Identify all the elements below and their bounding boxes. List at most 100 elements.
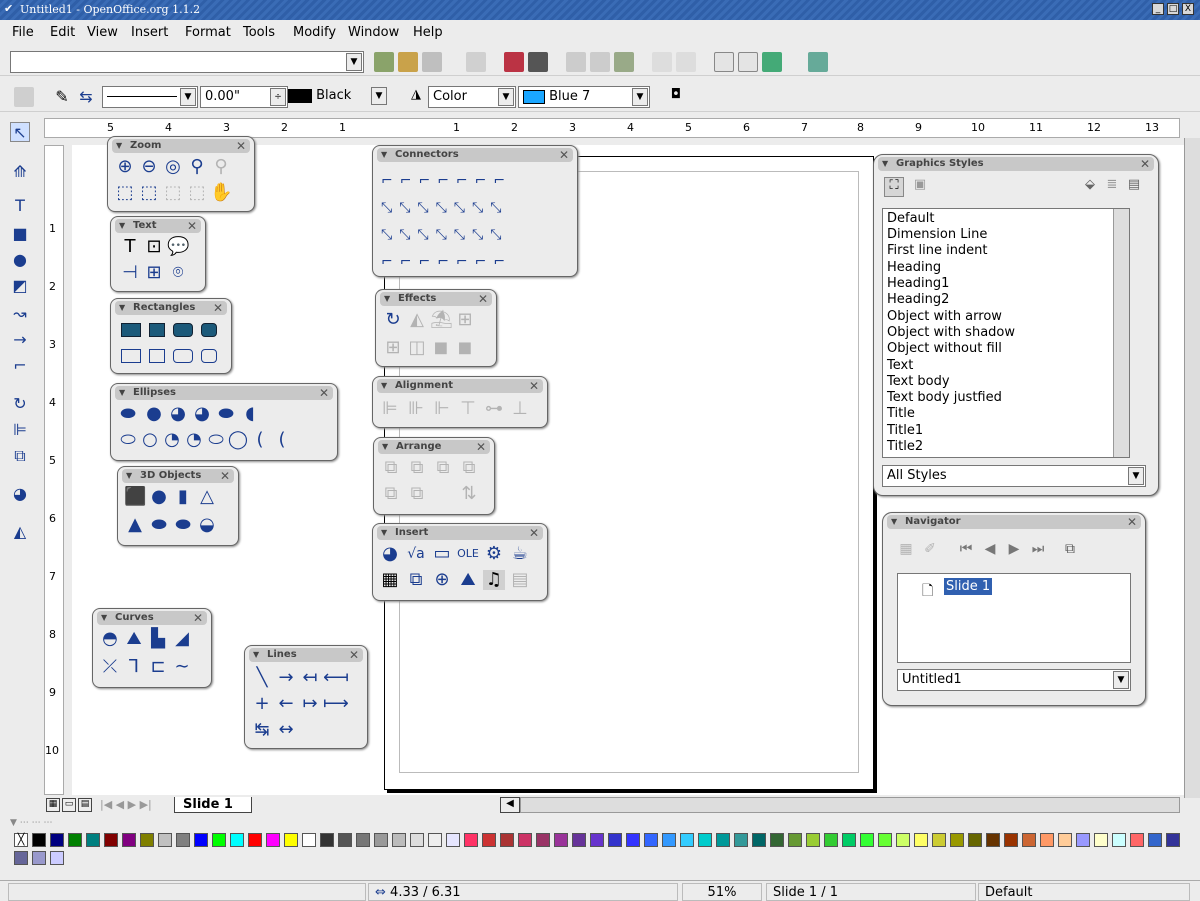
line-starts-arrow-icon[interactable]: ← xyxy=(275,694,297,714)
color-swatch[interactable] xyxy=(248,833,262,847)
color-swatch[interactable] xyxy=(824,833,838,847)
ellipse-pie-filled-icon[interactable]: ◕ xyxy=(167,404,189,424)
half-sphere-icon[interactable]: ◒ xyxy=(196,515,218,535)
close-icon[interactable]: ✕ xyxy=(559,148,569,162)
stylist-icon[interactable] xyxy=(738,52,758,72)
ellipse-filled-icon[interactable]: ⬬ xyxy=(117,404,139,424)
gallery-icon[interactable] xyxy=(762,52,782,72)
close-icon[interactable]: ✕ xyxy=(1127,515,1137,529)
color-swatch[interactable] xyxy=(284,833,298,847)
color-swatch[interactable] xyxy=(644,833,658,847)
data-sources-icon[interactable] xyxy=(808,52,828,72)
insert-formula-icon[interactable]: √a xyxy=(405,544,427,564)
close-icon[interactable]: ✕ xyxy=(349,648,359,662)
list-item[interactable]: Heading1 xyxy=(887,276,949,292)
rectangle-icon[interactable]: ■ xyxy=(10,224,30,244)
palette-title[interactable]: Alignment xyxy=(377,379,543,393)
vertical-text-icon[interactable]: ⊣ xyxy=(119,263,141,283)
ellipse-arc-icon[interactable]: ( xyxy=(249,430,271,450)
circle-line-arrow-icon[interactable]: ↦ xyxy=(299,694,321,714)
zoom-level[interactable]: 51% xyxy=(682,883,762,901)
color-swatch[interactable] xyxy=(86,833,100,847)
close-icon[interactable]: ✕ xyxy=(478,292,488,306)
line-icon[interactable]: ╲ xyxy=(251,668,273,688)
chevron-down-icon[interactable]: ▼ xyxy=(180,88,196,106)
3d-effects-icon[interactable]: ◭ xyxy=(10,522,30,542)
color-swatch[interactable] xyxy=(680,833,694,847)
insert-ole-icon[interactable]: OLE xyxy=(457,544,479,564)
color-swatch[interactable] xyxy=(50,851,64,865)
rounded-square-filled-icon[interactable] xyxy=(201,323,217,337)
insert-file-icon[interactable]: ⊕ xyxy=(431,570,453,590)
torus-icon[interactable]: ⬬ xyxy=(148,515,170,535)
close-icon[interactable]: ✕ xyxy=(236,139,246,153)
polygon-45-filled-icon[interactable]: ▙ xyxy=(147,629,169,649)
style-filter-select[interactable]: All Styles ▼ xyxy=(882,465,1146,487)
line-45-icon[interactable]: + xyxy=(251,694,273,714)
color-swatch[interactable] xyxy=(932,833,946,847)
zoom-icon[interactable]: ⟰ xyxy=(10,162,30,182)
circle-segment-filled-icon[interactable]: ◖ xyxy=(239,404,261,424)
circle-arc-icon[interactable]: ( xyxy=(271,430,293,450)
color-swatch[interactable] xyxy=(1004,833,1018,847)
save-icon[interactable] xyxy=(422,52,442,72)
circle-filled-icon[interactable]: ● xyxy=(143,404,165,424)
circle-segment-icon[interactable]: ◯ xyxy=(227,430,249,450)
menu-tools[interactable]: Tools xyxy=(243,25,275,40)
list-item[interactable]: Object without fill xyxy=(887,341,1002,357)
square-icon[interactable] xyxy=(149,349,165,363)
palette-title[interactable]: Effects xyxy=(380,292,492,306)
vertical-fit-text-icon[interactable]: ⊞ xyxy=(143,263,165,283)
color-swatch[interactable] xyxy=(140,833,154,847)
color-swatch[interactable] xyxy=(410,833,424,847)
update-style-icon[interactable]: ▤ xyxy=(1124,177,1144,197)
cone-icon[interactable]: △ xyxy=(196,487,218,507)
cube-icon[interactable]: ⬛ xyxy=(124,487,146,507)
chevron-down-icon[interactable]: ▼ xyxy=(498,88,514,106)
ellipses-palette[interactable]: Ellipses✕ ⬬ ● ◕ ◕ ⬬ ◖ ⬭ ○ ◔ ◔ ⬭ ◯ ( ( xyxy=(110,383,338,461)
vertical-callout-icon[interactable]: ⌾ xyxy=(167,263,189,283)
list-item[interactable]: Title1 xyxy=(887,423,923,439)
url-combobox[interactable]: ▼ xyxy=(10,51,364,73)
navigator-window[interactable]: Navigator✕ ▦ ✐ ⏮ ◀ ▶ ⏭ ⧉ 🗋 Slide 1 Untit… xyxy=(882,512,1146,706)
color-swatch[interactable] xyxy=(788,833,802,847)
arrange-palette[interactable]: Arrange✕ ⧉ ⧉ ⧉ ⧉ ⧉ ⧉ ⇅ xyxy=(373,437,495,515)
color-swatch[interactable] xyxy=(266,833,280,847)
effects-palette[interactable]: Effects✕ ↻ ◭ ⛱ ⊞ ⊞ ◫ ◼ ◼ xyxy=(375,289,497,367)
color-swatch[interactable] xyxy=(626,833,640,847)
area-icon[interactable]: ◮ xyxy=(406,87,426,107)
color-swatch[interactable] xyxy=(374,833,388,847)
copy-icon[interactable] xyxy=(590,52,610,72)
edit-file-icon[interactable] xyxy=(374,52,394,72)
color-swatch[interactable] xyxy=(914,833,928,847)
color-swatch[interactable] xyxy=(518,833,532,847)
style-list-scrollbar[interactable] xyxy=(1113,209,1129,457)
palette-title[interactable]: Rectangles xyxy=(115,301,227,315)
insert-icon[interactable]: ◕ xyxy=(10,484,30,504)
freeform-line-icon[interactable]: ∼ xyxy=(171,657,193,677)
list-item[interactable]: Title xyxy=(887,406,915,422)
polygon-45-icon[interactable]: ⊏ xyxy=(147,657,169,677)
color-swatch[interactable] xyxy=(1148,833,1162,847)
text-palette[interactable]: Text✕ T ⊡ 💬 ⊣ ⊞ ⌾ xyxy=(110,216,206,292)
zoom-100-icon[interactable]: ◎ xyxy=(162,157,184,177)
ellipse-segment-icon[interactable]: ⬭ xyxy=(205,430,227,450)
close-icon[interactable]: ✕ xyxy=(187,219,197,233)
graphics-styles-icon[interactable]: ⛶ xyxy=(884,177,904,197)
color-swatch[interactable] xyxy=(464,833,478,847)
polygon-icon[interactable]: ⅂ xyxy=(123,657,145,677)
navigator-title[interactable]: Navigator xyxy=(887,515,1141,529)
color-swatch[interactable] xyxy=(500,833,514,847)
color-swatch[interactable] xyxy=(1058,833,1072,847)
alignment-palette[interactable]: Alignment✕ ⊫ ⊪ ⊩ ⊤ ⊶ ⊥ xyxy=(372,376,548,428)
chevron-down-icon[interactable]: ▼ xyxy=(632,88,648,106)
previous-slide-icon[interactable]: ◀ xyxy=(979,539,1001,559)
color-swatch[interactable] xyxy=(536,833,550,847)
close-window-button[interactable]: X xyxy=(1182,3,1194,15)
close-icon[interactable]: ✕ xyxy=(220,469,230,483)
color-swatch[interactable] xyxy=(950,833,964,847)
square-line-arrow-icon[interactable]: ⟼ xyxy=(323,694,349,714)
ellipse-segment-filled-icon[interactable]: ⬬ xyxy=(215,404,237,424)
line-icon[interactable]: ✎ xyxy=(52,87,72,107)
text-tool-icon[interactable]: T xyxy=(119,237,141,257)
